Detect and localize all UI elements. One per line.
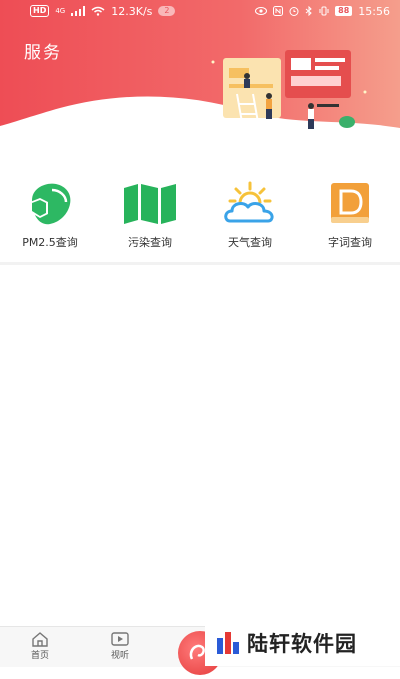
watermark-logo-icon <box>217 632 239 654</box>
service-dictionary[interactable]: 字词查询 <box>300 180 400 260</box>
service-label: PM2.5查询 <box>22 236 78 249</box>
service-label: 天气查询 <box>228 236 272 249</box>
wifi-icon <box>91 6 105 16</box>
dictionary-icon <box>322 180 378 228</box>
service-pm25[interactable]: PM2.5查询 <box>0 180 100 260</box>
status-right: 88 15:56 <box>255 5 390 18</box>
network-badge: 4G <box>55 7 66 15</box>
status-left: HD 4G 12.3K/s 2 <box>30 4 176 18</box>
status-bar: HD 4G 12.3K/s 2 88 15:56 <box>0 0 400 22</box>
battery-level: 88 <box>335 6 353 16</box>
service-grid: PM2.5查询 污染查询 天气查询 字词查询 <box>0 180 400 260</box>
nav-home[interactable]: 首页 <box>20 631 60 661</box>
signal-icon <box>71 6 86 16</box>
service-label: 污染查询 <box>128 236 172 249</box>
hd-badge: HD <box>30 5 50 17</box>
nav-label: 首页 <box>30 651 49 661</box>
watermark-text: 陆轩软件园 <box>247 632 357 656</box>
header-banner: 服务 <box>0 0 400 150</box>
clock: 15:56 <box>358 4 390 18</box>
nfc-icon <box>273 6 284 16</box>
sun-cloud-icon <box>222 180 278 228</box>
network-speed: 12.3K/s <box>111 4 153 18</box>
mask-icon <box>22 180 78 228</box>
service-pollution[interactable]: 污染查询 <box>100 180 200 260</box>
nav-media[interactable]: 视听 <box>100 631 140 661</box>
vibrate-icon <box>319 6 329 16</box>
watermark-overlay: 陆轩软件园 <box>205 620 400 666</box>
map-icon <box>122 180 178 228</box>
section-divider <box>0 262 400 265</box>
alarm-icon <box>289 7 299 16</box>
eye-icon <box>255 7 268 15</box>
notification-count: 2 <box>158 6 176 16</box>
page-title: 服务 <box>24 43 62 63</box>
service-weather[interactable]: 天气查询 <box>200 180 300 260</box>
play-icon <box>111 632 129 646</box>
nav-label: 视听 <box>110 651 129 661</box>
home-icon <box>32 632 48 647</box>
service-label: 字词查询 <box>328 236 372 249</box>
bluetooth-icon <box>305 6 312 16</box>
office-illustration <box>211 50 367 129</box>
